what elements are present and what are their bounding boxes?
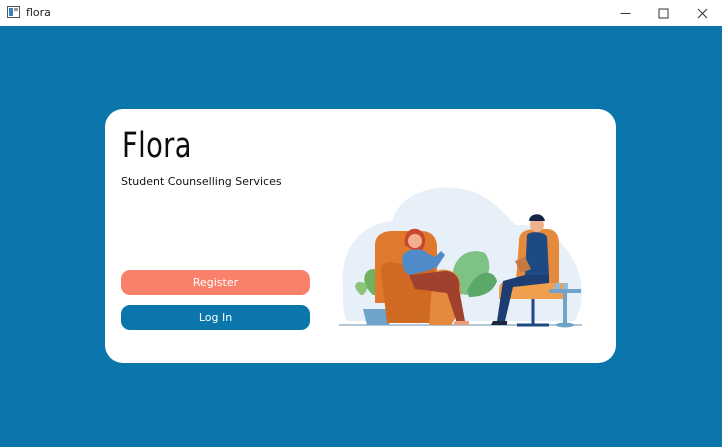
brand-title: Flora — [122, 126, 192, 166]
maximize-button[interactable] — [641, 0, 685, 26]
close-icon — [697, 8, 707, 18]
minimize-icon — [620, 12, 630, 14]
register-button[interactable]: Register — [121, 270, 310, 295]
login-button[interactable]: Log In — [121, 305, 310, 330]
app-background: Flora Student Counselling Services Regis… — [0, 26, 722, 447]
window-titlebar[interactable]: flora — [0, 0, 722, 26]
brand-tagline: Student Counselling Services — [121, 175, 282, 188]
window-title: flora — [26, 6, 51, 19]
counselling-session-illustration — [339, 187, 582, 328]
close-button[interactable] — [680, 0, 722, 26]
maximize-icon — [658, 8, 668, 18]
welcome-card: Flora Student Counselling Services Regis… — [105, 109, 616, 363]
app-window-icon — [7, 6, 20, 18]
